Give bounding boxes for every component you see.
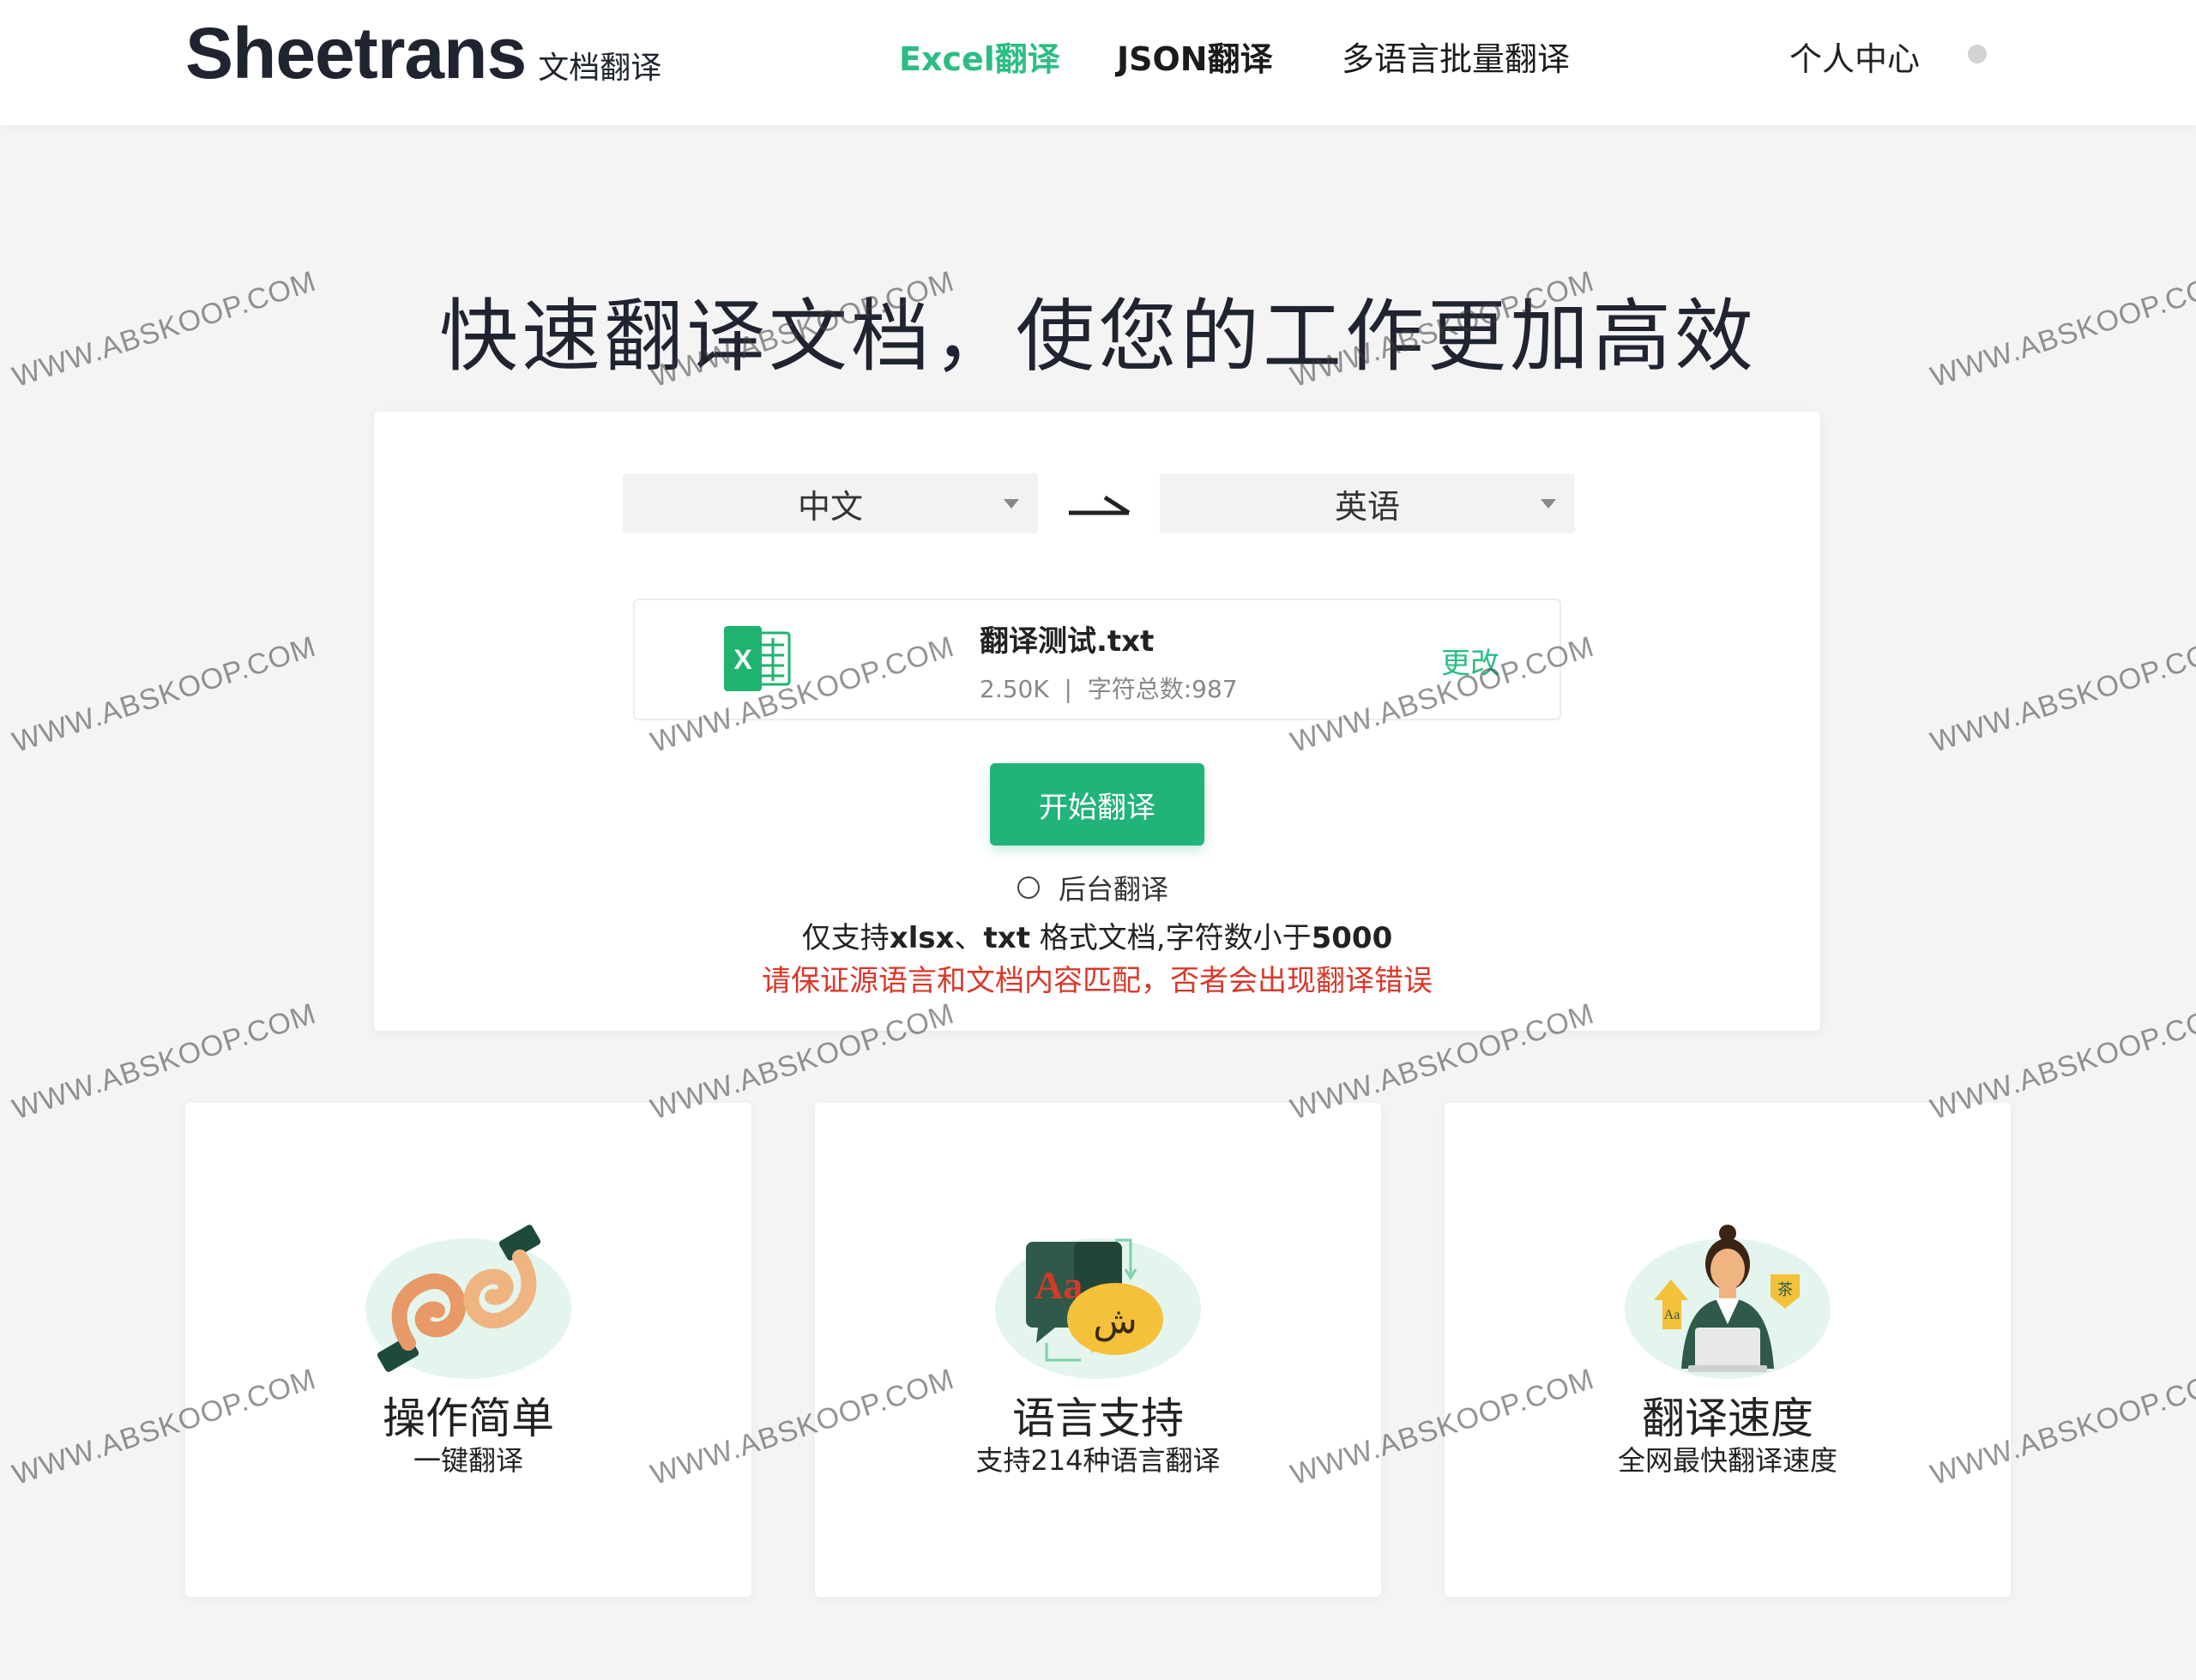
support-format-xlsx: xlsx bbox=[889, 921, 955, 955]
arrow-right-icon bbox=[1069, 495, 1131, 515]
brand-subtitle: 文档翻译 bbox=[538, 51, 662, 86]
feature-title: 操作简单 bbox=[383, 1394, 554, 1443]
brand-logo[interactable]: Sheetrans 文档翻译 bbox=[185, 12, 661, 95]
support-info: 仅支持xlsx、txt 格式文档,字符数小于5000 bbox=[374, 914, 1820, 956]
feature-subtitle: 一键翻译 bbox=[413, 1444, 523, 1477]
nav-json-translate[interactable]: JSON翻译 bbox=[1117, 33, 1273, 80]
language-bubbles-icon: Aa ش bbox=[995, 1238, 1201, 1379]
svg-text:茶: 茶 bbox=[1777, 1281, 1793, 1299]
watermark-text: WWW.ABSKOOP.COM bbox=[1926, 629, 2196, 760]
target-language-select[interactable]: 英语 bbox=[1160, 473, 1575, 533]
feature-subtitle: 全网最快翻译速度 bbox=[1617, 1444, 1837, 1477]
file-name: 翻译测试.txt bbox=[980, 624, 1155, 659]
support-limit: 5000 bbox=[1311, 921, 1393, 955]
chevron-down-icon bbox=[1004, 499, 1019, 509]
svg-text:ش: ش bbox=[1093, 1299, 1137, 1341]
chevron-down-icon bbox=[1541, 499, 1556, 509]
nav-user-center[interactable]: 个人中心 bbox=[1789, 33, 1920, 80]
target-language-value: 英语 bbox=[1334, 487, 1400, 526]
background-translate-label: 后台翻译 bbox=[1059, 873, 1169, 906]
file-meta: 2.50K | 字符总数:987 bbox=[980, 675, 1238, 703]
feature-title: 语言支持 bbox=[1012, 1394, 1184, 1443]
nav-multilang-batch[interactable]: 多语言批量翻译 bbox=[1342, 33, 1570, 80]
background-translate-radio[interactable] bbox=[1017, 876, 1040, 899]
support-format-txt: txt bbox=[983, 921, 1030, 955]
support-separator: 、 bbox=[954, 921, 984, 955]
change-file-link[interactable]: 更改 bbox=[1441, 640, 1499, 682]
translator-card: 中文 英语 X 翻译测试.txt 2.50K | 字符总数:987 更改 开始翻… bbox=[374, 412, 1820, 1031]
support-prefix: 仅支持 bbox=[801, 921, 890, 955]
warning-text: 请保证源语言和文档内容匹配，否者会出现翻译错误 bbox=[762, 964, 1433, 998]
nav-excel-translate[interactable]: Excel翻译 bbox=[899, 33, 1060, 80]
background-translate-option[interactable]: 后台翻译 bbox=[1017, 868, 1168, 907]
translator-person-icon: Aa 茶 bbox=[1625, 1225, 1831, 1379]
feature-card-languages: Aa ش 语言支持 支持214种语言翻译 bbox=[815, 1103, 1381, 1597]
brand-name: Sheetrans bbox=[185, 13, 527, 93]
status-dot-icon[interactable] bbox=[1968, 45, 1987, 63]
svg-text:X: X bbox=[733, 644, 752, 675]
feature-title: 翻译速度 bbox=[1642, 1394, 1813, 1443]
uploaded-file-panel: X 翻译测试.txt 2.50K | 字符总数:987 更改 bbox=[633, 599, 1561, 720]
source-language-select[interactable]: 中文 bbox=[623, 473, 1038, 533]
feature-card-easy: 操作简单 一键翻译 bbox=[185, 1103, 751, 1597]
top-header: Sheetrans 文档翻译 Excel翻译 JSON翻译 多语言批量翻译 个人… bbox=[0, 0, 2196, 125]
feature-card-speed: Aa 茶 翻译速度 全网最快翻译速度 bbox=[1445, 1103, 2011, 1597]
svg-text:Aa: Aa bbox=[1664, 1308, 1680, 1322]
support-mid: 格式文档,字符数小于 bbox=[1029, 921, 1312, 955]
hands-ok-icon bbox=[365, 1225, 571, 1379]
source-language-value: 中文 bbox=[797, 487, 863, 526]
start-translate-button[interactable]: 开始翻译 bbox=[990, 763, 1204, 846]
excel-file-icon: X bbox=[724, 626, 791, 691]
hero-title: 快速翻译文档，使您的工作更加高效 bbox=[438, 291, 1757, 382]
feature-subtitle: 支持214种语言翻译 bbox=[975, 1444, 1221, 1477]
watermark-text: WWW.ABSKOOP.COM bbox=[8, 629, 321, 760]
